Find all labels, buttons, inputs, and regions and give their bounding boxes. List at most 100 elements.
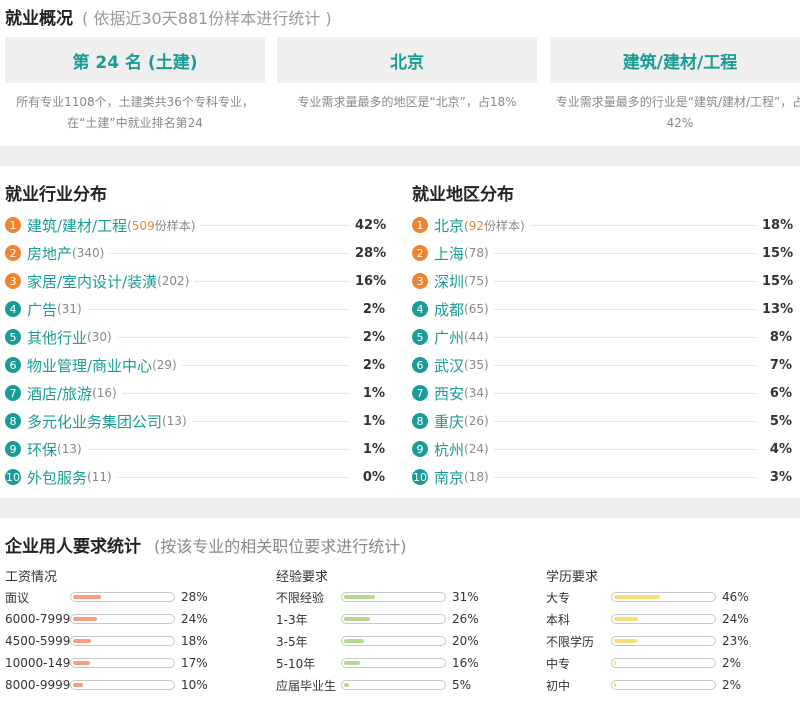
progress-bar-fill — [73, 595, 101, 599]
region-name[interactable]: 深圳 — [434, 271, 464, 292]
requirement-label: 中专 — [546, 656, 571, 671]
region-name[interactable]: 西安 — [434, 383, 464, 404]
requirement-label: 不限经验 — [276, 590, 325, 605]
percentage: 18% — [762, 217, 794, 233]
progress-bar — [341, 658, 446, 668]
sample-count: (92份样本) — [464, 218, 525, 233]
region-name[interactable]: 南京 — [434, 467, 464, 488]
region-distribution-title: 就业地区分布 — [412, 185, 514, 205]
requirement-percentage: 5% — [452, 678, 472, 692]
sample-count: (24) — [464, 442, 489, 456]
dotted-leader — [494, 392, 756, 394]
region-row[interactable]: 8 重庆 (26) 5% — [412, 407, 792, 435]
industry-name[interactable]: 物业管理/商业中心 — [27, 355, 152, 376]
requirement-row: 中专 2% — [546, 652, 796, 674]
section-divider — [0, 498, 800, 518]
industry-name[interactable]: 家居/室内设计/装潢 — [27, 271, 157, 292]
requirement-label: 本科 — [546, 612, 571, 627]
progress-bar — [611, 658, 716, 668]
requirement-percentage: 18% — [181, 634, 208, 648]
dotted-leader — [117, 476, 349, 478]
progress-bar — [611, 592, 716, 602]
progress-bar-fill — [614, 639, 637, 643]
region-name[interactable]: 成都 — [434, 299, 464, 320]
dotted-leader — [182, 364, 349, 366]
industry-row[interactable]: 4 广告 (31) 2% — [5, 295, 385, 323]
region-name[interactable]: 杭州 — [434, 439, 464, 460]
region-row[interactable]: 9 杭州 (24) 4% — [412, 435, 792, 463]
requirement-percentage: 2% — [722, 656, 742, 670]
dotted-leader — [494, 476, 756, 478]
progress-bar-fill — [344, 683, 349, 687]
industry-name[interactable]: 环保 — [27, 439, 57, 460]
industry-name[interactable]: 外包服务 — [27, 467, 87, 488]
progress-bar-fill — [614, 617, 638, 621]
sample-count: (30) — [87, 330, 112, 344]
progress-bar-fill — [344, 595, 375, 599]
region-name[interactable]: 武汉 — [434, 355, 464, 376]
rank-badge: 6 — [412, 357, 428, 373]
region-row[interactable]: 5 广州 (44) 8% — [412, 323, 792, 351]
industry-name[interactable]: 多元化业务集团公司 — [27, 411, 162, 432]
employment-overview: 就业概况 ( 依据近30天881份样本进行统计 ) 第 24 名 (土建) 北京… — [0, 0, 800, 146]
industry-row[interactable]: 2 房地产 (340) 28% — [5, 239, 386, 267]
industry-row[interactable]: 3 家居/室内设计/装潢 (202) 16% — [5, 267, 386, 295]
overview-title: 就业概况 — [5, 9, 73, 29]
sample-count: (65) — [464, 302, 489, 316]
industry-row[interactable]: 10 外包服务 (11) 0% — [5, 463, 385, 491]
industry-row[interactable]: 6 物业管理/商业中心 (29) 2% — [5, 351, 385, 379]
requirement-percentage: 2% — [722, 678, 742, 692]
industry-name[interactable]: 其他行业 — [27, 327, 87, 348]
industry-name[interactable]: 酒店/旅游 — [27, 383, 92, 404]
region-row[interactable]: 2 上海 (78) 15% — [412, 239, 793, 267]
requirement-row: 6000-7999 24% — [5, 608, 255, 630]
industry-name[interactable]: 建筑/建材/工程 — [27, 215, 127, 236]
education-column: 学历要求 大专 46% 本科 24% 不限学历 23% 中专 2% 初中 2% — [546, 566, 796, 696]
dotted-leader — [494, 364, 756, 366]
rank-badge: 1 — [5, 217, 21, 233]
industry-row[interactable]: 7 酒店/旅游 (16) 1% — [5, 379, 385, 407]
region-distribution-list: 1 北京 (92份样本) 18% 2 上海 (78) 15% 3 深圳 (75) 15% 4 成都 (65)… — [412, 211, 794, 491]
progress-bar — [70, 680, 175, 690]
region-row[interactable]: 3 深圳 (75) 15% — [412, 267, 793, 295]
region-row[interactable]: 7 西安 (34) 6% — [412, 379, 792, 407]
region-row[interactable]: 10 南京 (18) 3% — [412, 463, 792, 491]
requirements-title: 企业用人要求统计 — [5, 537, 141, 557]
sample-count-value: 509 — [131, 218, 155, 233]
percentage: 1% — [362, 413, 385, 429]
dotted-leader — [530, 224, 756, 226]
dotted-leader — [117, 336, 349, 338]
rank-badge: 4 — [5, 301, 21, 317]
rank-badge: 5 — [5, 329, 21, 345]
industry-row[interactable]: 8 多元化业务集团公司 (13) 1% — [5, 407, 385, 435]
sample-count-value: 92 — [468, 218, 484, 233]
region-row[interactable]: 4 成都 (65) 13% — [412, 295, 793, 323]
percentage: 5% — [769, 413, 792, 429]
industry-row[interactable]: 9 环保 (13) 1% — [5, 435, 385, 463]
industry-name[interactable]: 广告 — [27, 299, 57, 320]
ranking-box: 第 24 名 (土建) — [5, 37, 265, 83]
industry-row[interactable]: 5 其他行业 (30) 2% — [5, 323, 385, 351]
region-row[interactable]: 6 武汉 (35) 7% — [412, 351, 792, 379]
requirement-label: 不限学历 — [546, 634, 595, 649]
requirement-row: 8000-9999 10% — [5, 674, 255, 696]
progress-bar-fill — [73, 661, 90, 665]
dotted-leader — [494, 252, 756, 254]
requirement-percentage: 46% — [722, 590, 749, 604]
sample-count: (18) — [464, 470, 489, 484]
region-row[interactable]: 1 北京 (92份样本) 18% — [412, 211, 794, 239]
progress-bar — [70, 592, 175, 602]
requirement-percentage: 28% — [181, 590, 208, 604]
sample-count: (35) — [464, 358, 489, 372]
progress-bar-fill — [614, 683, 616, 687]
rank-badge: 10 — [412, 469, 428, 485]
requirement-label: 8000-9999 — [5, 678, 70, 692]
region-name[interactable]: 上海 — [434, 243, 464, 264]
industry-name[interactable]: 房地产 — [27, 243, 72, 264]
region-name[interactable]: 广州 — [434, 327, 464, 348]
region-name[interactable]: 北京 — [434, 215, 464, 236]
rank-badge: 9 — [412, 441, 428, 457]
region-name[interactable]: 重庆 — [434, 411, 464, 432]
sample-count: (509份样本) — [127, 218, 196, 233]
industry-row[interactable]: 1 建筑/建材/工程 (509份样本) 42% — [5, 211, 386, 239]
